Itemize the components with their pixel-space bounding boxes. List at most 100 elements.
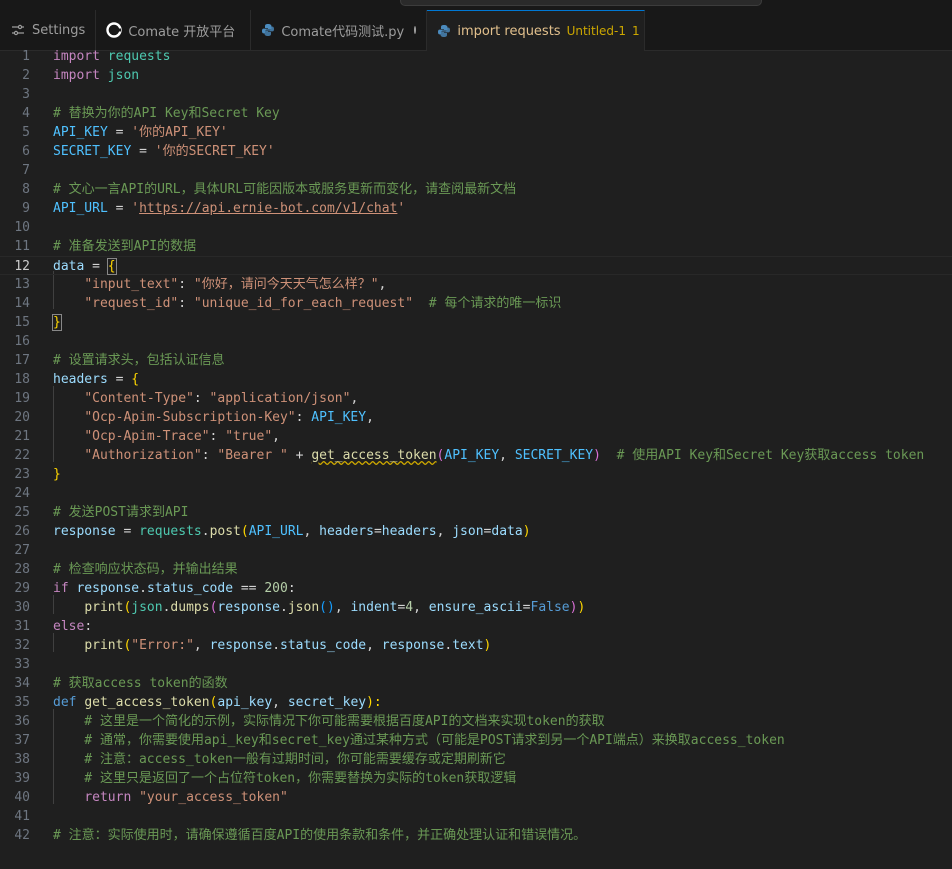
line-number: 8 xyxy=(22,182,30,197)
line-number: 34 xyxy=(14,676,30,691)
line-number: 14 xyxy=(14,296,30,311)
line-number: 15 xyxy=(14,315,30,330)
code-line[interactable]: 26 response = requests.post(API_URL, head… xyxy=(0,522,952,541)
line-number: 12 xyxy=(14,259,30,274)
comment: # 设置请求头，包括认证信息 xyxy=(53,353,225,368)
code-line[interactable]: 16 xyxy=(0,332,952,351)
code-line[interactable]: 24 xyxy=(0,484,952,503)
line-number: 33 xyxy=(14,657,30,672)
bracket: ) xyxy=(483,638,492,653)
comment: # 通常，你需要使用api_key和secret_key通过某种方式（可能是PO… xyxy=(53,733,785,748)
variable: response xyxy=(53,524,116,539)
unsaved-dot-icon[interactable] xyxy=(414,26,417,34)
function-call-warning[interactable]: get_access_token xyxy=(311,448,436,463)
code-line[interactable]: 22 "Authorization": "Bearer " + get_acce… xyxy=(0,446,952,465)
url-link[interactable]: https://api.ernie-bot.com/v1/chat xyxy=(139,201,397,216)
punctuation: . xyxy=(280,600,288,615)
variable: response xyxy=(209,638,273,653)
code-line[interactable]: 32 print("Error:", response.status_code,… xyxy=(0,636,952,655)
code-line[interactable]: 25 # 发送POST请求到API xyxy=(0,503,952,522)
code-line[interactable]: 38 # 注意：access_token一般有过期时间，你可能需要缓存或定期刷新… xyxy=(0,750,952,769)
code-line[interactable]: 30 print(json.dumps(response.json(), ind… xyxy=(0,598,952,617)
code-line-current[interactable]: 12 data = { xyxy=(0,256,952,275)
tab-comate-test-py[interactable]: Comate代码测试.py xyxy=(251,10,428,50)
punctuation: , xyxy=(303,524,320,539)
code-line[interactable]: 18 headers = { xyxy=(0,370,952,389)
code-line[interactable]: 19 "Content-Type": "application/json", xyxy=(0,389,952,408)
function-call: print xyxy=(84,638,124,653)
code-line[interactable]: 34 # 获取access token的函数 xyxy=(0,674,952,693)
code-line[interactable]: 40 return "your_access_token" xyxy=(0,788,952,807)
code-line[interactable]: 8 # 文心一言API的URL，具体URL可能因版本或服务更新而变化，请查阅最新文… xyxy=(0,180,952,199)
code-line[interactable]: 21 "Ocp-Apim-Trace": "true", xyxy=(0,427,952,446)
code-line[interactable]: 5 API_KEY = '你的API_KEY' xyxy=(0,123,952,142)
code-editor[interactable]: 1 import requests 2 import json 3 4 # 替换为你的… xyxy=(0,49,952,869)
string: "your_access_token" xyxy=(139,790,288,805)
operator: : xyxy=(201,448,218,463)
code-line[interactable]: 29 if response.status_code == 200: xyxy=(0,579,952,598)
operator: = xyxy=(107,372,132,387)
variable: response xyxy=(381,638,445,653)
code-line[interactable]: 20 "Ocp-Apim-Subscription-Key": API_KEY, xyxy=(0,408,952,427)
variable: response xyxy=(217,600,281,615)
code-line[interactable]: 3 xyxy=(0,85,952,104)
attribute: status_code xyxy=(146,581,234,596)
keyword: import xyxy=(53,49,100,64)
code-line[interactable]: 37 # 通常，你需要使用api_key和secret_key通过某种方式（可能… xyxy=(0,731,952,750)
parameter: json xyxy=(452,524,484,539)
string: "Error:" xyxy=(131,638,194,653)
code-line[interactable]: 4 # 替换为你的API Key和Secret Key xyxy=(0,104,952,123)
code-line[interactable]: 10 xyxy=(0,218,952,237)
function-call: dumps xyxy=(170,600,210,615)
line-number: 10 xyxy=(14,220,30,235)
line-number: 39 xyxy=(14,771,30,786)
line-number: 42 xyxy=(14,828,30,843)
code-line[interactable]: 11 # 准备发送到API的数据 xyxy=(0,237,952,256)
code-line[interactable]: 31 else: xyxy=(0,617,952,636)
code-line[interactable]: 35 def get_access_token(api_key, secret_k… xyxy=(0,693,952,712)
code-line[interactable]: 42 # 注意：实际使用时，请确保遵循百度API的使用条款和条件，并正确处理认证和… xyxy=(0,826,952,845)
code-line[interactable]: 23} xyxy=(0,465,952,484)
code-line[interactable]: 15} xyxy=(0,313,952,332)
code-line[interactable]: 41 xyxy=(0,807,952,826)
tab-label: Settings xyxy=(32,22,86,38)
operator: : xyxy=(178,296,194,311)
code-line[interactable]: 36 # 这里是一个简化的示例，实际情况下你可能需要根据百度API的文档来实现t… xyxy=(0,712,952,731)
code-line[interactable]: 28 # 检查响应状态码，并输出结果 xyxy=(0,560,952,579)
comment: # 替换为你的API Key和Secret Key xyxy=(53,106,280,121)
operator: : xyxy=(193,391,210,406)
command-center[interactable] xyxy=(400,0,762,6)
code-line[interactable]: 13 "input_text": "你好，请问今天天气怎么样？", xyxy=(0,275,952,294)
code-line[interactable]: 33 xyxy=(0,655,952,674)
line-number: 32 xyxy=(14,638,30,653)
code-line[interactable]: 39 # 这里只是返回了一个占位符token，你需要替换为实际的token获取逻… xyxy=(0,769,952,788)
code-line[interactable]: 14 "request_id": "unique_id_for_each_req… xyxy=(0,294,952,313)
code-line[interactable]: 1 import requests xyxy=(0,47,952,66)
python-icon xyxy=(261,22,275,38)
line-number: 30 xyxy=(14,600,30,615)
code-line[interactable]: 7 xyxy=(0,161,952,180)
bracket: { xyxy=(106,258,117,275)
tab-import-requests[interactable]: import requests Untitled-1 1 xyxy=(427,10,646,51)
tab-comate-platform[interactable]: Comate 开放平台 xyxy=(96,10,252,50)
punctuation: , xyxy=(378,277,387,292)
string: ' xyxy=(131,201,140,216)
comment: # 注意：access_token一般有过期时间，你可能需要缓存或定期刷新它 xyxy=(53,752,506,767)
parameter: indent xyxy=(350,600,398,615)
code-line[interactable]: 9 API_URL = 'https://api.ernie-bot.com/v1… xyxy=(0,199,952,218)
code-line[interactable]: 17 # 设置请求头，包括认证信息 xyxy=(0,351,952,370)
code-line[interactable]: 27 xyxy=(0,541,952,560)
code-line[interactable]: 6 SECRET_KEY = '你的SECRET_KEY' xyxy=(0,142,952,161)
comment: # 检查响应状态码，并输出结果 xyxy=(53,562,238,577)
string: "Content-Type" xyxy=(84,391,194,406)
problem-count-badge: 1 xyxy=(632,24,640,38)
bracket: ) xyxy=(577,600,586,615)
number: 200 xyxy=(264,581,288,596)
string: "Ocp-Apim-Subscription-Key" xyxy=(84,410,296,425)
code-line[interactable]: 2 import json xyxy=(0,66,952,85)
settings-icon xyxy=(10,22,26,38)
tab-settings[interactable]: Settings xyxy=(0,10,97,50)
